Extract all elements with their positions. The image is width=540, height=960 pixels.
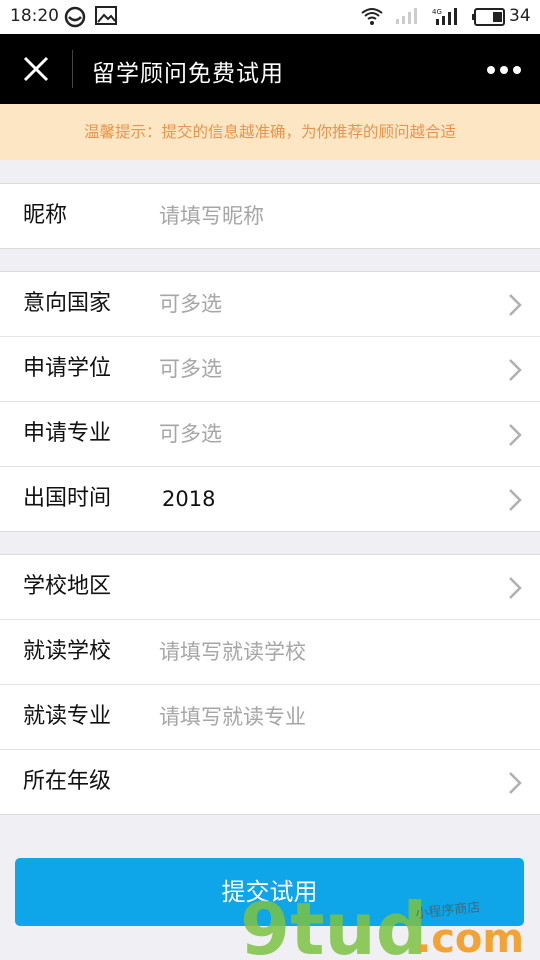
image-icon — [95, 6, 117, 25]
more-options-icon[interactable] — [486, 65, 522, 75]
current-school-input[interactable]: 请填写就读学校 — [159, 620, 306, 684]
degree-label: 申请学位 — [23, 356, 112, 381]
degree-value: 可多选 — [159, 357, 222, 381]
chevron-right-icon — [509, 294, 522, 316]
chevron-right-icon — [509, 772, 522, 794]
target-country-row[interactable]: 意向国家 可多选 — [0, 272, 540, 337]
tip-text: 温馨提示：提交的信息越准确，为你推荐的顾问越合适 — [83, 123, 456, 141]
major-label: 申请专业 — [23, 421, 112, 446]
departure-time-value: 2018 — [162, 487, 216, 511]
school-region-row[interactable]: 学校地区 — [0, 555, 540, 620]
current-major-row[interactable]: 就读专业 请填写就读专业 — [0, 685, 540, 750]
watermark-tld: .com — [416, 916, 524, 960]
form-group-school: 学校地区 就读学校 请填写就读学校 就读专业 请填写就读专业 所在年级 — [0, 554, 540, 815]
title-bar: 留学顾问免费试用 — [0, 34, 540, 104]
major-value: 可多选 — [159, 422, 222, 446]
watermark-logo: 9tud .com 小程序商店 — [240, 890, 524, 960]
signal-4g-icon: 4G — [432, 8, 457, 25]
departure-time-label: 出国时间 — [23, 486, 112, 511]
current-school-row[interactable]: 就读学校 请填写就读学校 — [0, 620, 540, 685]
watermark-brand: 9tud — [240, 890, 427, 960]
current-school-label: 就读学校 — [23, 639, 112, 664]
battery-icon — [472, 8, 505, 26]
chevron-right-icon — [509, 577, 522, 599]
current-major-input[interactable]: 请填写就读专业 — [159, 685, 306, 749]
grade-label: 所在年级 — [23, 769, 112, 794]
current-major-label: 就读专业 — [23, 704, 112, 729]
grade-row[interactable]: 所在年级 — [0, 750, 540, 814]
nickname-label: 昵称 — [23, 203, 68, 228]
svg-text:4G: 4G — [432, 8, 442, 16]
chevron-right-icon — [509, 359, 522, 381]
notification-icon — [64, 6, 86, 28]
target-country-label: 意向国家 — [23, 291, 112, 316]
close-icon[interactable] — [20, 53, 52, 85]
chevron-right-icon — [509, 424, 522, 446]
departure-time-row[interactable]: 出国时间 2018 — [0, 467, 540, 531]
signal-empty-icon — [396, 8, 417, 24]
nickname-row[interactable]: 昵称 请填写昵称 — [0, 184, 540, 248]
form-group-application: 意向国家 可多选 申请学位 可多选 申请专业 可多选 出国时间 2018 — [0, 271, 540, 532]
title-divider — [72, 50, 73, 88]
status-bar: 18:20 4G 34 — [0, 0, 540, 34]
page-title: 留学顾问免费试用 — [92, 61, 284, 87]
battery-level: 34 — [509, 6, 531, 26]
degree-row[interactable]: 申请学位 可多选 — [0, 337, 540, 402]
chevron-right-icon — [509, 489, 522, 511]
major-row[interactable]: 申请专业 可多选 — [0, 402, 540, 467]
form-group-nickname: 昵称 请填写昵称 — [0, 183, 540, 249]
wifi-icon — [361, 8, 383, 25]
tip-banner: 温馨提示：提交的信息越准确，为你推荐的顾问越合适 — [0, 104, 540, 160]
target-country-value: 可多选 — [159, 292, 222, 316]
nickname-input[interactable]: 请填写昵称 — [159, 184, 264, 248]
status-time: 18:20 — [10, 6, 59, 26]
school-region-label: 学校地区 — [23, 574, 112, 599]
